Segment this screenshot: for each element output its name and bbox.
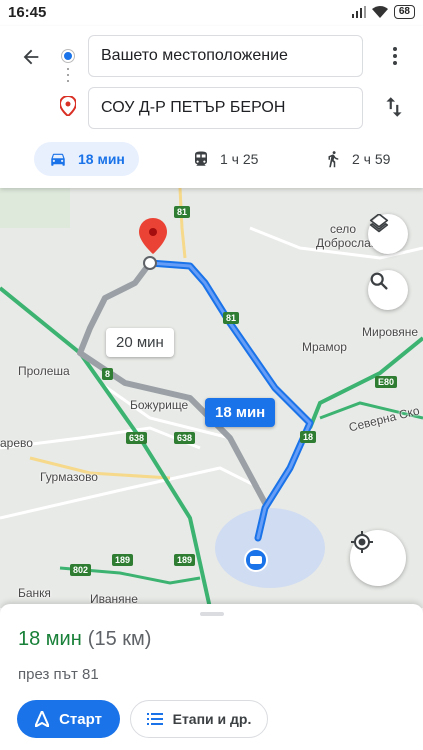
route-start-dot xyxy=(143,256,157,270)
start-button[interactable]: Старт xyxy=(17,700,120,738)
signal-icon xyxy=(351,6,366,18)
place-label: Мировяне xyxy=(362,325,419,339)
route-connector-icon xyxy=(67,68,69,90)
place-label: Банкя xyxy=(18,586,51,600)
place-label: Пролеша xyxy=(18,364,70,378)
directions-header: Вашето местоположение СОУ Д-Р ПЕТЪР БЕРО… xyxy=(0,26,423,188)
train-icon xyxy=(195,151,207,166)
status-icons: 68 xyxy=(351,5,415,19)
more-options-button[interactable] xyxy=(383,44,407,68)
current-location-car xyxy=(250,556,262,564)
walk-icon xyxy=(328,151,339,168)
car-icon xyxy=(51,153,65,166)
travel-mode-tabs: 18 мин 1 ч 25 2 ч 59 xyxy=(0,138,423,180)
place-label: арево xyxy=(0,436,33,450)
destination-pin-icon xyxy=(58,94,78,121)
battery-icon: 68 xyxy=(393,5,415,19)
my-location-icon xyxy=(351,531,373,553)
start-button-label: Старт xyxy=(59,710,102,728)
road-shield: 18 xyxy=(300,431,317,443)
route-summary: 18 мин (15 км) xyxy=(18,628,151,651)
search-icon xyxy=(370,272,388,290)
origin-dot-icon xyxy=(62,50,74,62)
map-view[interactable]: село Доброславц Мировяне Мрамор Пролеша … xyxy=(0,188,423,608)
road-shield: 638 xyxy=(174,432,196,444)
route-via: през път 81 xyxy=(18,666,99,683)
map-park xyxy=(0,188,70,228)
list-icon xyxy=(146,713,163,725)
tab-drive[interactable]: 18 мин xyxy=(34,142,139,176)
layers-button[interactable] xyxy=(368,214,408,254)
place-label: Мрамор xyxy=(302,340,347,354)
map-destination-pin-dot xyxy=(149,228,157,236)
place-label: Божурище xyxy=(130,398,189,412)
my-location-button[interactable] xyxy=(350,530,406,586)
alt-route-callout[interactable]: 20 мин xyxy=(106,328,174,357)
road-shield: 189 xyxy=(112,554,134,566)
tab-drive-label: 18 мин xyxy=(78,151,125,167)
place-label: село xyxy=(330,222,357,236)
road-shield: 8 xyxy=(102,368,114,380)
tab-walk[interactable]: 2 ч 59 xyxy=(310,142,404,176)
tab-transit-label: 1 ч 25 xyxy=(220,151,259,167)
route-distance: (15 км) xyxy=(87,628,152,650)
main-route-callout[interactable]: 18 мин xyxy=(205,398,276,427)
wifi-icon xyxy=(371,6,388,18)
destination-field[interactable]: СОУ Д-Р ПЕТЪР БЕРОН xyxy=(88,87,363,129)
route-summary-sheet[interactable]: 18 мин (15 км) през път 81 Старт Етапи и … xyxy=(0,604,423,750)
map-highway xyxy=(178,188,187,259)
road-shield: 802 xyxy=(70,564,92,576)
alt-route-line xyxy=(77,260,268,506)
road-shield: E80 xyxy=(375,376,398,388)
steps-button-label: Етапи и др. xyxy=(172,711,252,727)
road-shield: 81 xyxy=(223,312,240,324)
status-bar: 16:45 68 xyxy=(0,0,423,26)
road-shield: 81 xyxy=(174,206,191,218)
route-duration: 18 мин xyxy=(18,628,82,650)
tab-transit[interactable]: 1 ч 25 xyxy=(178,142,272,176)
road-shield: 189 xyxy=(174,554,196,566)
status-time: 16:45 xyxy=(8,4,47,21)
arrow-back-icon xyxy=(23,49,39,65)
map-city-area xyxy=(215,508,325,588)
back-button[interactable] xyxy=(14,40,48,74)
steps-button[interactable]: Етапи и др. xyxy=(130,700,268,738)
place-label: Гурмазово xyxy=(40,470,98,484)
tab-walk-label: 2 ч 59 xyxy=(352,151,391,167)
navigation-arrow-icon xyxy=(35,711,50,727)
drag-handle[interactable] xyxy=(200,612,224,616)
layers-icon xyxy=(369,214,389,233)
search-button[interactable] xyxy=(368,270,408,310)
swap-icon[interactable] xyxy=(381,94,407,120)
origin-field[interactable]: Вашето местоположение xyxy=(88,35,363,77)
road-shield: 638 xyxy=(126,432,148,444)
